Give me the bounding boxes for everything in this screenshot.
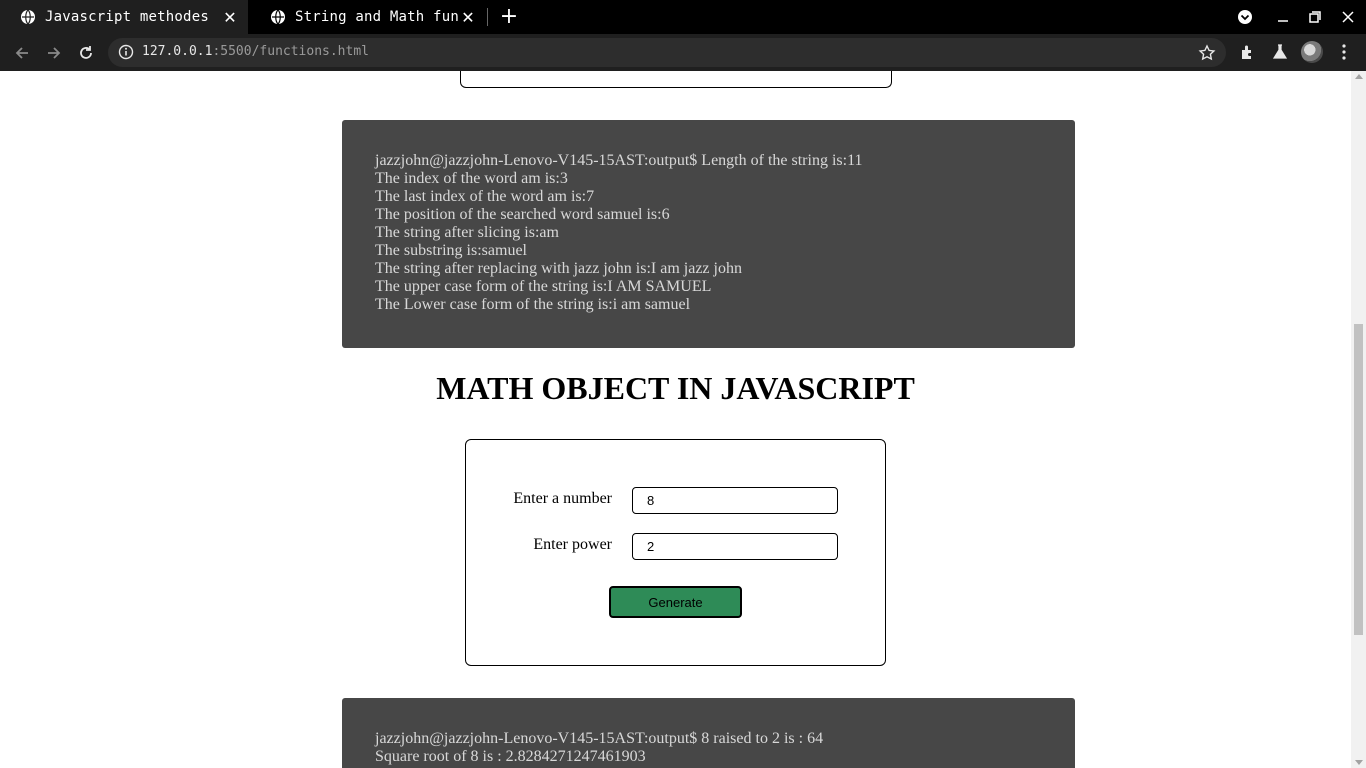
power-input[interactable]: [632, 533, 838, 560]
tab-title: Javascript methodes: [45, 9, 209, 25]
tab-string-and-math[interactable]: String and Math functio ✕: [250, 0, 486, 34]
reload-icon[interactable]: [73, 40, 99, 66]
output-line: Square root of 8 is : 2.8284271247461903: [375, 748, 646, 765]
restore-icon[interactable]: [1304, 0, 1326, 34]
output-line: The last index of the word am is:7: [375, 188, 595, 205]
extensions-icon[interactable]: [1238, 42, 1258, 62]
tab-title: String and Math functio: [295, 9, 460, 25]
globe-icon: [270, 9, 286, 25]
output-line: The string after slicing is:am: [375, 224, 559, 241]
bookmark-star-icon[interactable]: [1198, 44, 1216, 62]
number-input[interactable]: [632, 487, 838, 514]
tab-javascript-methodes[interactable]: Javascript methodes ✕: [0, 0, 248, 34]
address-bar[interactable]: 127.0.0.1:5500/functions.html: [108, 38, 1226, 67]
string-form-box-bottom: [460, 71, 892, 88]
page-scrollbar[interactable]: [1351, 71, 1366, 768]
page-viewport: jazzjohn@jazzjohn-Lenovo-V145-15AST:outp…: [0, 71, 1351, 768]
output-line: The Lower case form of the string is:i a…: [375, 296, 691, 313]
power-row: Enter power: [466, 533, 885, 560]
browser-toolbar: 127.0.0.1:5500/functions.html: [0, 34, 1366, 71]
generate-button[interactable]: Generate: [609, 586, 742, 618]
scrollbar-thumb[interactable]: [1354, 324, 1363, 635]
tab-divider: [487, 8, 488, 26]
output-line: The substring is:samuel: [375, 242, 527, 259]
url-text: 127.0.0.1:5500/functions.html: [142, 44, 369, 59]
output-line: jazzjohn@jazzjohn-Lenovo-V145-15AST:outp…: [375, 730, 824, 747]
output-line: The string after replacing with jazz joh…: [375, 260, 742, 277]
string-output-console: jazzjohn@jazzjohn-Lenovo-V145-15AST:outp…: [342, 120, 1075, 348]
power-label: Enter power: [533, 536, 612, 553]
tab-strip: Javascript methodes ✕ String and Math fu…: [0, 0, 1366, 34]
menu-kebab-icon[interactable]: [1334, 42, 1354, 62]
number-label: Enter a number: [513, 490, 612, 507]
math-section-title: MATH OBJECT IN JAVASCRIPT: [436, 370, 915, 406]
url-host: 127.0.0.1: [142, 44, 213, 59]
globe-icon: [20, 9, 36, 25]
tab-search-icon[interactable]: [1234, 0, 1256, 34]
scroll-down-arrow-icon[interactable]: [1355, 760, 1363, 765]
url-path: :5500/functions.html: [212, 44, 369, 59]
close-tab-icon[interactable]: ✕: [460, 8, 476, 27]
profile-avatar[interactable]: [1301, 41, 1323, 63]
labs-flask-icon[interactable]: [1270, 42, 1290, 62]
back-icon[interactable]: [9, 40, 35, 66]
minimize-icon[interactable]: [1272, 0, 1294, 34]
close-window-icon[interactable]: [1337, 0, 1359, 34]
output-line: The upper case form of the string is:I A…: [375, 278, 712, 295]
math-form: Enter a number Enter power Generate: [465, 439, 886, 666]
math-output-console: jazzjohn@jazzjohn-Lenovo-V145-15AST:outp…: [342, 698, 1075, 768]
output-line: The index of the word am is:3: [375, 170, 568, 187]
forward-icon[interactable]: [41, 40, 67, 66]
new-tab-icon[interactable]: +: [499, 6, 519, 28]
output-line: jazzjohn@jazzjohn-Lenovo-V145-15AST:outp…: [375, 152, 863, 169]
output-line: The position of the searched word samuel…: [375, 206, 670, 223]
info-icon[interactable]: [118, 44, 134, 60]
scroll-up-arrow-icon[interactable]: [1355, 74, 1363, 79]
close-tab-icon[interactable]: ✕: [222, 8, 238, 27]
number-row: Enter a number: [466, 487, 885, 514]
